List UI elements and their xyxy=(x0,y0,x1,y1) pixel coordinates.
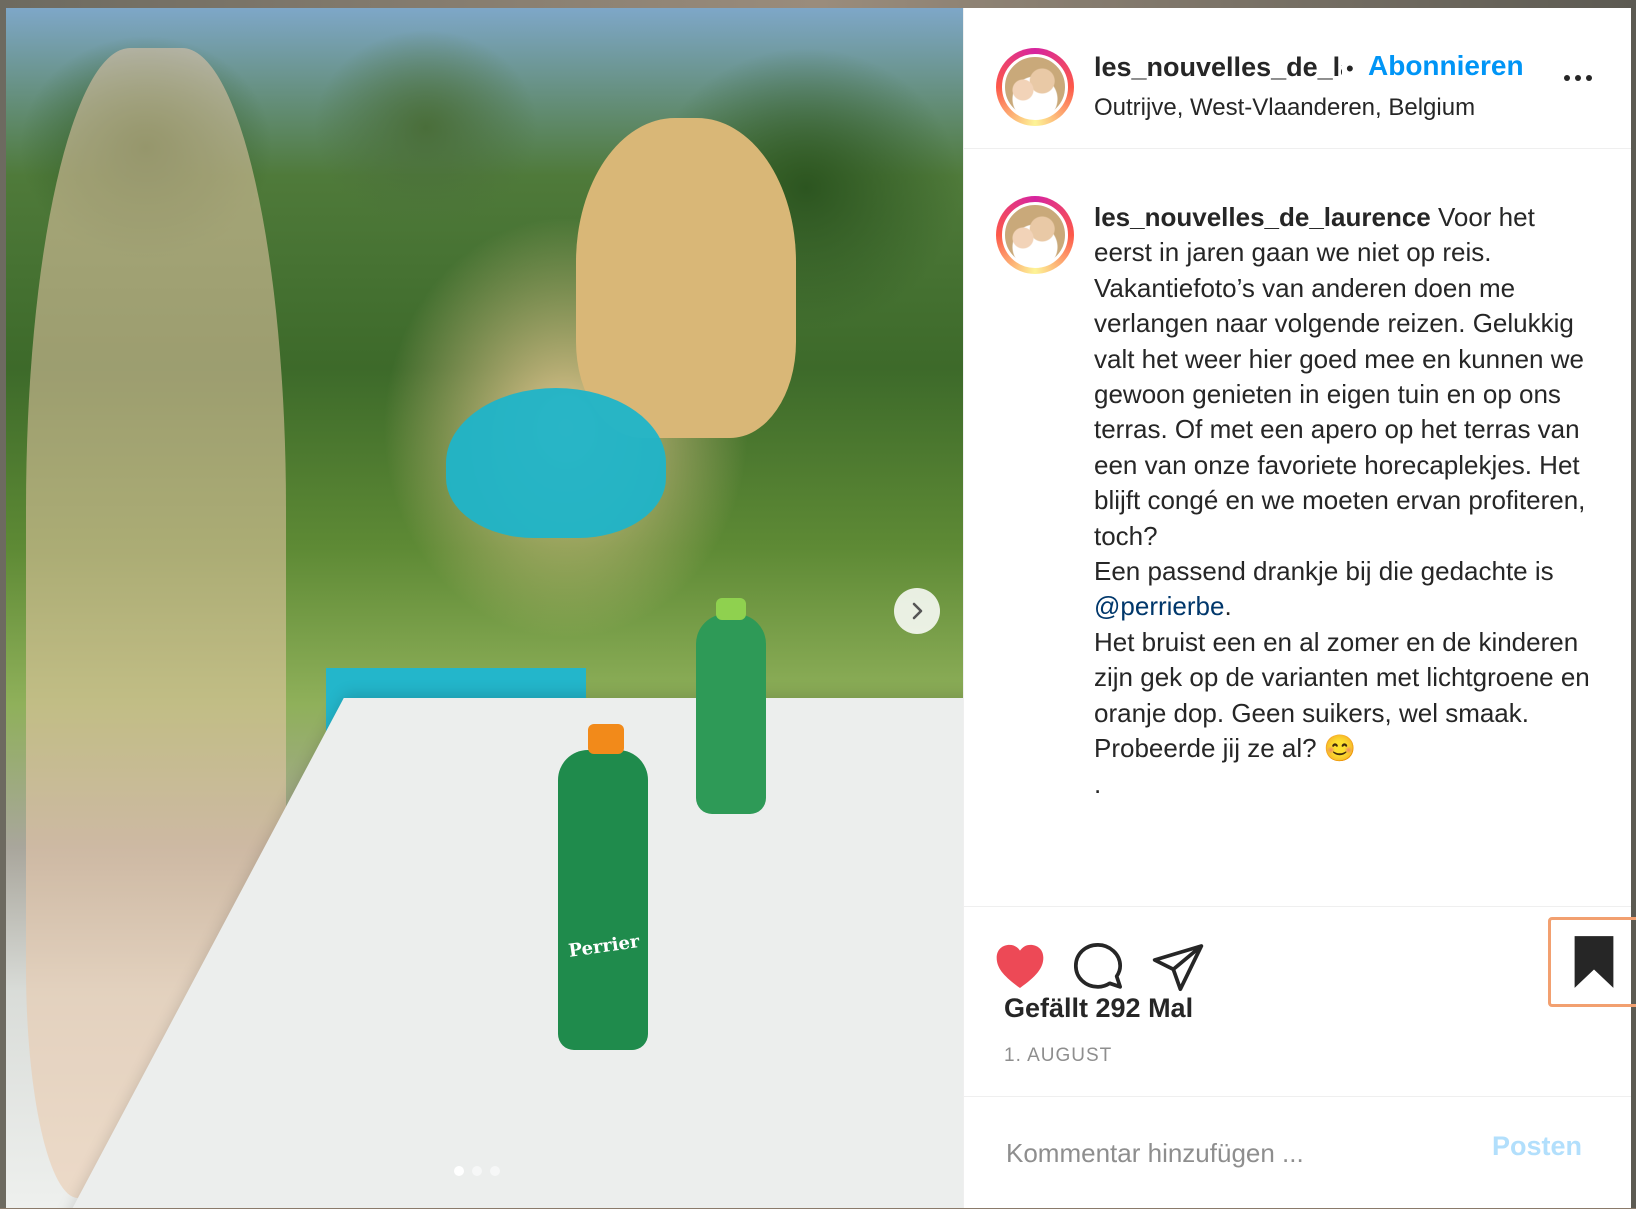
bottle-cap-green xyxy=(716,598,746,620)
post-comment-button[interactable]: Posten xyxy=(1492,1131,1582,1162)
caption-avatar[interactable] xyxy=(996,196,1074,274)
post-caption: les_nouvelles_de_laurence Voor het eerst… xyxy=(1094,200,1594,802)
caption-username[interactable]: les_nouvelles_de_laurence xyxy=(1094,202,1431,232)
more-dot-icon xyxy=(1575,75,1581,81)
post-date[interactable]: 1. AUGUST xyxy=(1004,1045,1112,1067)
carousel-dot-3 xyxy=(490,1166,500,1176)
post-modal: Perrier les_nouvelles_de_laurence • Abon… xyxy=(6,8,1636,1209)
comment-icon xyxy=(1073,942,1123,989)
heart-filled-icon xyxy=(996,944,1044,988)
post-photo[interactable]: Perrier xyxy=(6,8,963,1208)
paper-plane-icon xyxy=(1152,944,1204,992)
share-button[interactable] xyxy=(1150,939,1206,995)
caption-text-2-end: . xyxy=(1224,591,1232,622)
comment-bar: Posten xyxy=(964,1096,1631,1209)
carousel-dot-2 xyxy=(472,1166,482,1176)
likes-count[interactable]: Gefällt 292 Mal xyxy=(1004,993,1193,1024)
more-dot-icon xyxy=(1564,75,1570,81)
more-options-button[interactable] xyxy=(1564,68,1600,88)
caption-text-2: Een passend drankje bij die gedachte is xyxy=(1094,556,1554,587)
avatar[interactable] xyxy=(996,48,1074,126)
carousel-next-button[interactable] xyxy=(894,588,940,634)
chevron-right-icon xyxy=(912,602,923,620)
photo-bikini-top xyxy=(446,388,666,538)
carousel-indicator xyxy=(454,1166,500,1176)
like-button[interactable] xyxy=(992,939,1048,995)
post-actions: Gefällt 292 Mal 1. AUGUST xyxy=(964,906,1636,1097)
comment-button[interactable] xyxy=(1070,939,1126,995)
carousel-dot-1 xyxy=(454,1166,464,1176)
bottle-cap-orange xyxy=(588,724,624,754)
header-username[interactable]: les_nouvelles_de_laurence xyxy=(1094,52,1342,83)
location-link[interactable]: Outrijve, West-Vlaanderen, Belgium xyxy=(1094,94,1475,122)
photo-hair xyxy=(576,118,796,438)
bookmark-filled-icon xyxy=(1574,936,1614,988)
bottle-orange-cap xyxy=(558,750,648,1050)
comment-input[interactable] xyxy=(1004,1127,1468,1179)
mention-link[interactable]: @perrierbe xyxy=(1094,591,1224,621)
caption-text-3: Het bruist een en al zomer en de kindere… xyxy=(1094,626,1590,764)
caption-trailing: . xyxy=(1094,768,1102,799)
header-separator: • xyxy=(1346,56,1354,81)
post-sidebar: les_nouvelles_de_laurence • Abonnieren O… xyxy=(963,8,1636,1209)
post-header: les_nouvelles_de_laurence • Abonnieren O… xyxy=(964,8,1631,149)
more-dot-icon xyxy=(1586,75,1592,81)
save-button[interactable] xyxy=(1548,917,1636,1007)
caption-text-1: Voor het eerst in jaren gaan we niet op … xyxy=(1094,202,1586,551)
bottle-green-cap xyxy=(696,614,766,814)
follow-button[interactable]: Abonnieren xyxy=(1368,50,1524,82)
